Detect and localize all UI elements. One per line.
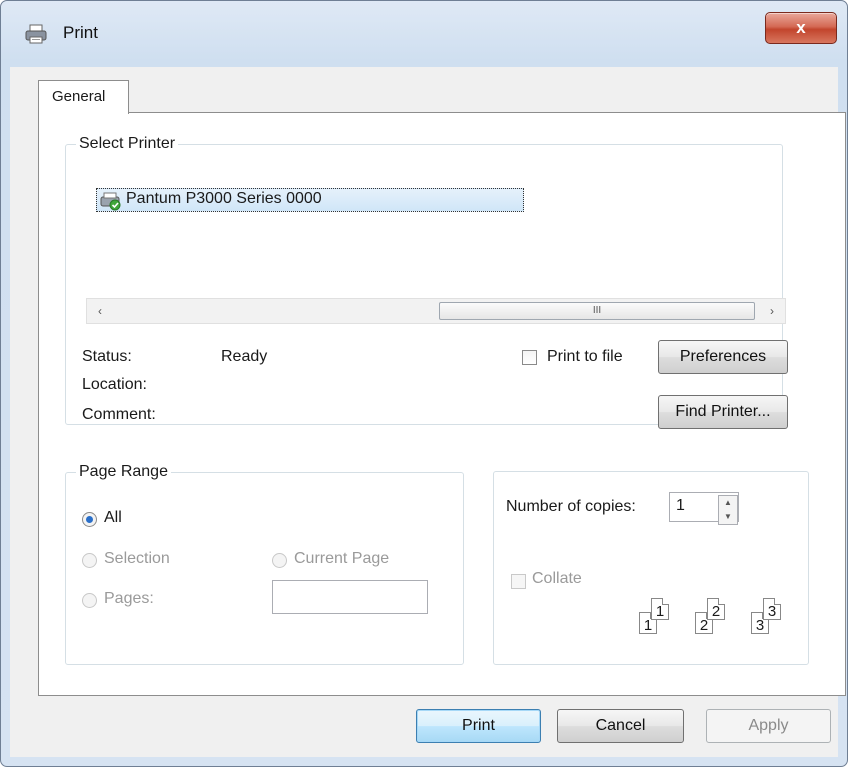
printer-list-item[interactable]: Pantum P3000 Series 0000 <box>96 188 524 212</box>
select-printer-group: Select Printer Pantum P3000 Series 0000 … <box>65 135 788 429</box>
print-to-file-label[interactable]: Print to file <box>547 348 623 366</box>
apply-button: Apply <box>706 709 831 743</box>
preferences-button[interactable]: Preferences <box>658 340 788 374</box>
status-label: Status: <box>82 348 132 365</box>
location-label: Location: <box>82 376 147 393</box>
copies-spinner[interactable]: ▲ ▼ <box>718 495 738 525</box>
copies-group: Number of copies: 1 Collate 1 1 2 2 3 3 <box>493 471 809 665</box>
page-range-selection-radio[interactable] <box>82 553 97 568</box>
comment-label: Comment: <box>82 406 156 423</box>
printer-name: Pantum P3000 Series 0000 <box>126 190 322 207</box>
printer-list-scrollbar[interactable]: ‹ III › <box>86 298 786 324</box>
general-panel: Select Printer Pantum P3000 Series 0000 … <box>38 112 846 696</box>
print-to-file-checkbox[interactable] <box>522 350 537 365</box>
page-range-selection-label[interactable]: Selection <box>104 550 170 568</box>
printer-default-icon <box>100 192 121 211</box>
scrollbar-thumb[interactable]: III <box>439 302 755 320</box>
select-printer-legend: Select Printer <box>79 135 176 152</box>
copies-label: Number of copies: <box>506 498 636 515</box>
page-range-all-radio[interactable] <box>82 512 97 527</box>
collate-page-icon: 3 <box>763 598 781 620</box>
page-range-current-page-label[interactable]: Current Page <box>294 550 389 568</box>
page-range-current-page-radio[interactable] <box>272 553 287 568</box>
dialog-client-area: General Select Printer Pantum P3000 Seri… <box>10 67 846 757</box>
window-title: Print <box>63 23 98 42</box>
scroll-right-icon[interactable]: › <box>763 302 781 320</box>
close-button[interactable]: x <box>765 12 837 44</box>
pages-input[interactable] <box>272 580 428 614</box>
title-bar: Print x <box>1 1 847 67</box>
collate-label[interactable]: Collate <box>532 570 582 588</box>
spin-up-icon[interactable]: ▲ <box>719 496 737 510</box>
page-range-pages-label[interactable]: Pages: <box>104 590 154 608</box>
collate-page-icon: 1 <box>651 598 669 620</box>
printer-icon <box>25 24 47 44</box>
collate-page-icon: 2 <box>707 598 725 620</box>
print-dialog: Print x General Select Printer Pantum P3… <box>0 0 848 767</box>
print-button[interactable]: Print <box>416 709 541 743</box>
collate-checkbox[interactable] <box>511 574 526 589</box>
scroll-left-icon[interactable]: ‹ <box>91 302 109 320</box>
status-value: Ready <box>221 348 268 365</box>
page-range-legend: Page Range <box>79 463 168 480</box>
find-printer-button[interactable]: Find Printer... <box>658 395 788 429</box>
tab-general[interactable]: General <box>38 80 129 114</box>
spin-down-icon[interactable]: ▼ <box>719 510 737 524</box>
page-range-pages-radio[interactable] <box>82 593 97 608</box>
cancel-button[interactable]: Cancel <box>557 709 684 743</box>
page-range-group: Page Range All Selection Current Page Pa… <box>65 463 464 665</box>
page-range-all-label[interactable]: All <box>104 509 122 527</box>
